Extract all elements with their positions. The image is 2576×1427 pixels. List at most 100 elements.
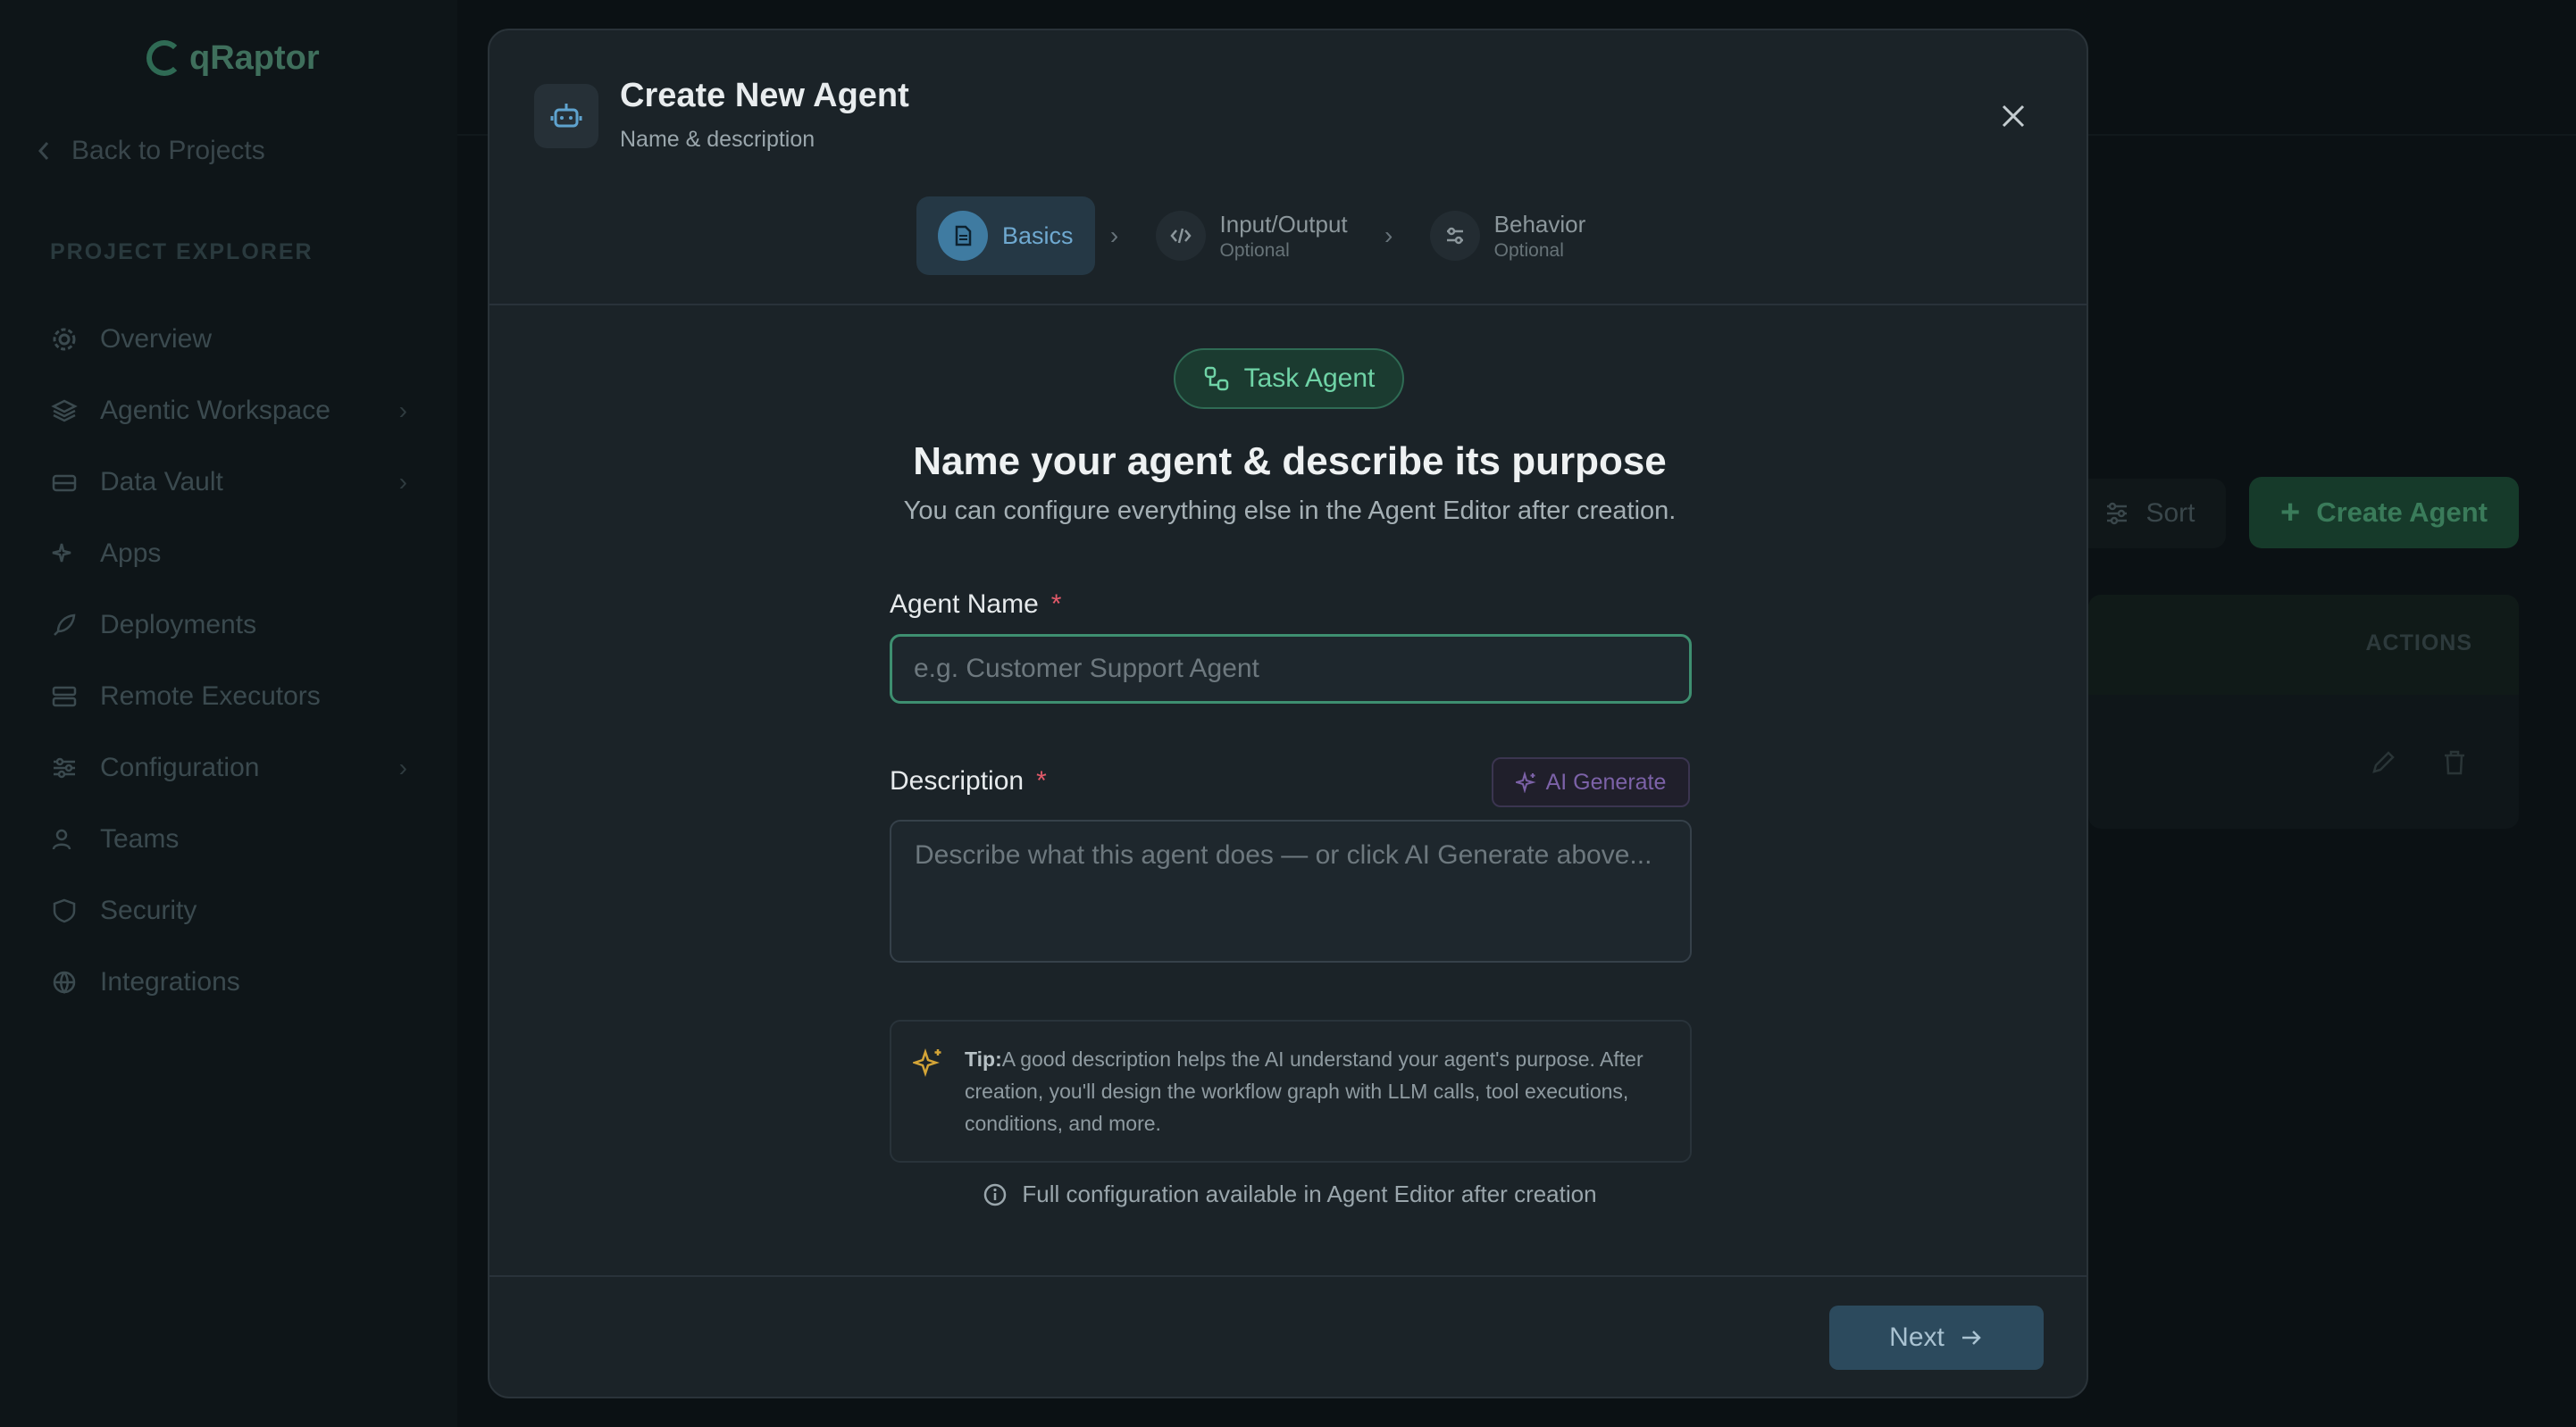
workflow-icon — [1204, 366, 1228, 391]
vault-icon — [50, 468, 79, 497]
chevron-left-icon — [38, 142, 49, 160]
description-label: Description * — [890, 766, 1047, 797]
table-header: ACTIONS — [2088, 595, 2519, 695]
chevron-right-icon: › — [398, 468, 407, 496]
sort-button[interactable]: Sort — [2074, 479, 2226, 548]
modal-title: Create New Agent — [620, 77, 909, 114]
next-button[interactable]: Next — [1829, 1306, 2044, 1370]
sidebar-item-teams[interactable]: Teams — [50, 804, 407, 875]
shield-icon — [50, 897, 79, 925]
next-label: Next — [1889, 1323, 1945, 1352]
sidebar-item-security[interactable]: Security — [50, 875, 407, 947]
trash-icon[interactable] — [2440, 748, 2469, 777]
modal-subtitle: Name & description — [620, 127, 815, 152]
sliders-icon — [50, 754, 79, 782]
globe-icon — [50, 968, 79, 997]
back-to-projects-link[interactable]: Back to Projects — [36, 136, 265, 166]
robot-icon — [534, 84, 598, 148]
back-label: Back to Projects — [71, 136, 265, 165]
logo-text: qRaptor — [189, 38, 320, 77]
sidebar-item-overview[interactable]: Overview — [50, 304, 407, 375]
plus-icon: + — [2280, 493, 2301, 531]
sidebar-item-agentic-workspace[interactable]: Agentic Workspace › — [50, 375, 407, 446]
create-agent-button[interactable]: + Create Agent — [2249, 477, 2519, 548]
users-icon — [50, 825, 79, 854]
step-sublabel: Optional — [1493, 239, 1564, 261]
sidebar-item-apps[interactable]: Apps — [50, 518, 407, 589]
arrow-right-icon — [1961, 1331, 1981, 1345]
chevron-right-icon: › — [1109, 221, 1119, 249]
close-button[interactable] — [1995, 98, 2031, 134]
step-basics[interactable]: Basics — [916, 196, 1095, 275]
ai-generate-button[interactable]: AI Generate — [1492, 757, 1690, 807]
chevron-right-icon: › — [1384, 221, 1393, 249]
layers-icon — [50, 396, 79, 425]
ai-generate-label: AI Generate — [1545, 769, 1667, 795]
wizard-steps: Basics › Input/Output Optional › Behavio… — [916, 196, 1607, 275]
logo-mark-icon — [146, 40, 182, 76]
create-agent-modal: Create New Agent Name & description Basi… — [488, 29, 2088, 1398]
create-agent-label: Create Agent — [2316, 497, 2488, 528]
edit-icon[interactable] — [2369, 748, 2397, 777]
sidebar-item-label: Security — [100, 896, 197, 925]
tip-body: A good description helps the AI understa… — [965, 1047, 1643, 1135]
sidebar-item-label: Integrations — [100, 967, 240, 997]
document-icon — [938, 211, 988, 261]
sidebar-item-label: Configuration — [100, 753, 260, 782]
step-label: Behavior — [1493, 210, 1586, 238]
sidebar-item-configuration[interactable]: Configuration › — [50, 732, 407, 804]
sidebar-item-label: Apps — [100, 538, 162, 568]
sparkles-icon — [913, 1048, 941, 1077]
sidebar-nav: Overview Agentic Workspace › Data Vault … — [50, 304, 407, 1018]
tip-label: Tip: — [965, 1047, 1002, 1071]
code-icon — [1155, 211, 1206, 261]
tip-box: Tip:A good description helps the AI unde… — [890, 1020, 1692, 1163]
server-icon — [50, 682, 79, 711]
step-input-output[interactable]: Input/Output Optional — [1134, 196, 1369, 275]
step-sublabel: Optional — [1219, 239, 1290, 261]
step-label: Input/Output — [1219, 210, 1348, 238]
logo: qRaptor — [146, 36, 320, 80]
sidebar: qRaptor Back to Projects PROJECT EXPLORE… — [0, 0, 457, 1427]
agent-name-input[interactable] — [890, 634, 1692, 704]
sparkles-icon — [1515, 772, 1536, 793]
sidebar-item-data-vault[interactable]: Data Vault › — [50, 446, 407, 518]
step-behavior[interactable]: Behavior Optional — [1409, 196, 1608, 275]
chevron-right-icon: › — [398, 396, 407, 424]
info-note: Full configuration available in Agent Ed… — [489, 1181, 2087, 1208]
row-actions — [2369, 748, 2469, 777]
sidebar-item-label: Remote Executors — [100, 681, 321, 711]
sidebar-item-integrations[interactable]: Integrations — [50, 947, 407, 1018]
sidebar-item-label: Overview — [100, 324, 213, 354]
info-text: Full configuration available in Agent Ed… — [1022, 1181, 1597, 1207]
sidebar-item-label: Agentic Workspace — [100, 396, 330, 425]
step-label: Basics — [1002, 221, 1074, 249]
toggles-icon — [1429, 211, 1480, 261]
gear-icon — [50, 325, 79, 354]
form-heading: Name your agent & describe its purpose — [913, 439, 1667, 483]
chevron-right-icon: › — [398, 754, 407, 781]
sidebar-item-label: Deployments — [100, 610, 257, 639]
info-icon — [984, 1183, 1007, 1206]
badge-label: Task Agent — [1243, 363, 1376, 393]
agent-name-label-text: Agent Name — [890, 589, 1039, 619]
agents-table: ACTIONS — [2088, 595, 2519, 829]
sort-label: Sort — [2145, 498, 2195, 528]
sidebar-item-remote-executors[interactable]: Remote Executors — [50, 661, 407, 732]
rocket-icon — [50, 611, 79, 639]
sort-icon — [2107, 502, 2128, 525]
close-icon — [2002, 104, 2025, 128]
footer-divider — [489, 1275, 2087, 1277]
agent-name-label: Agent Name * — [890, 589, 1061, 620]
section-label: PROJECT EXPLORER — [50, 239, 314, 264]
required-marker: * — [1050, 589, 1062, 619]
sparkles-icon — [50, 539, 79, 568]
app-root: qRaptor Back to Projects PROJECT EXPLORE… — [0, 0, 2576, 1427]
sidebar-item-deployments[interactable]: Deployments — [50, 589, 407, 661]
form-subheading: You can configure everything else in the… — [903, 497, 1677, 525]
sidebar-item-label: Teams — [100, 824, 180, 854]
tip-text: Tip:A good description helps the AI unde… — [965, 1043, 1670, 1139]
description-textarea[interactable] — [890, 820, 1692, 963]
sidebar-item-label: Data Vault — [100, 467, 223, 497]
actions-header: ACTIONS — [2365, 630, 2472, 655]
